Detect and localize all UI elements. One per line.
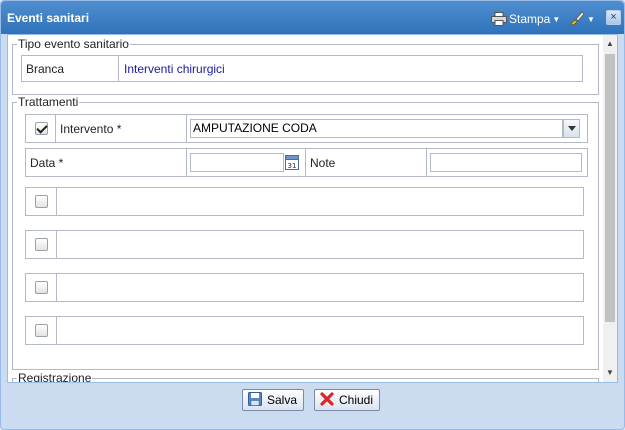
data-label: Data * [30,156,64,170]
legend-tipo-evento: Tipo evento sanitario [18,37,129,51]
close-icon[interactable]: × [606,10,621,25]
chevron-down-icon: ▼ [552,14,561,24]
treatment-row [25,273,584,302]
data-note-row: Data * 31 Note [25,148,588,177]
window-body: Tipo evento sanitario Branca Interventi … [7,34,618,383]
divider [118,56,119,81]
form-scroll-area: Tipo evento sanitario Branca Interventi … [8,35,603,382]
brush-icon [569,10,585,29]
treatment-row-checkbox[interactable] [35,195,48,208]
save-button[interactable]: Salva [242,389,305,411]
calendar-icon[interactable]: 31 [284,153,300,174]
save-label: Salva [267,393,298,407]
eventi-sanitari-window: Eventi sanitari Stampa ▼ ▼ × Tipo evento… [0,0,625,430]
divider [186,149,187,176]
treatment-row [25,187,584,216]
chevron-down-icon: ▼ [587,14,595,24]
scrollbar-thumb[interactable] [605,54,615,322]
legend-trattamenti: Trattamenti [18,95,79,109]
treatment-row [25,230,584,259]
printer-icon [491,12,507,26]
treatment-row-checkbox[interactable] [35,238,48,251]
divider [426,149,427,176]
divider [56,188,57,215]
intervento-combo[interactable]: AMPUTAZIONE CODA [190,119,563,138]
divider [305,149,306,176]
print-label: Stampa [509,12,551,26]
branca-value: Interventi chirurgici [124,62,225,76]
window-title: Eventi sanitari [7,11,90,25]
close-button[interactable]: Chiudi [314,389,381,411]
intervento-checkbox[interactable] [35,122,48,135]
treatment-row-checkbox[interactable] [35,281,48,294]
red-x-icon [319,391,335,410]
calendar-day: 31 [288,162,297,170]
scroll-down-icon[interactable]: ▼ [603,366,617,380]
divider [56,274,57,301]
intervento-dropdown-trigger[interactable] [563,119,580,138]
vertical-scrollbar[interactable]: ▲ ▼ [603,35,617,382]
divider [186,115,187,142]
intervento-row: Intervento * AMPUTAZIONE CODA [25,114,588,143]
divider [56,231,57,258]
close-label: Chiudi [339,393,374,407]
tools-button[interactable]: ▼ [569,10,595,28]
divider [56,317,57,344]
legend-registrazione: Registrazione [18,371,92,382]
branca-row: Branca Interventi chirurgici [21,55,583,82]
divider [55,115,56,142]
window-titlebar[interactable]: Eventi sanitari Stampa ▼ ▼ × [1,1,624,34]
data-field[interactable] [190,153,284,172]
scroll-up-icon[interactable]: ▲ [603,37,617,51]
fieldset-registrazione: Registrazione [12,371,599,382]
treatment-row-checkbox[interactable] [35,324,48,337]
branca-label: Branca [26,62,65,76]
note-label: Note [310,156,336,170]
intervento-label: Intervento * [60,122,122,136]
print-button[interactable]: Stampa ▼ [491,10,560,28]
treatment-row [25,316,584,345]
floppy-icon [247,391,263,410]
note-field[interactable] [430,153,582,172]
